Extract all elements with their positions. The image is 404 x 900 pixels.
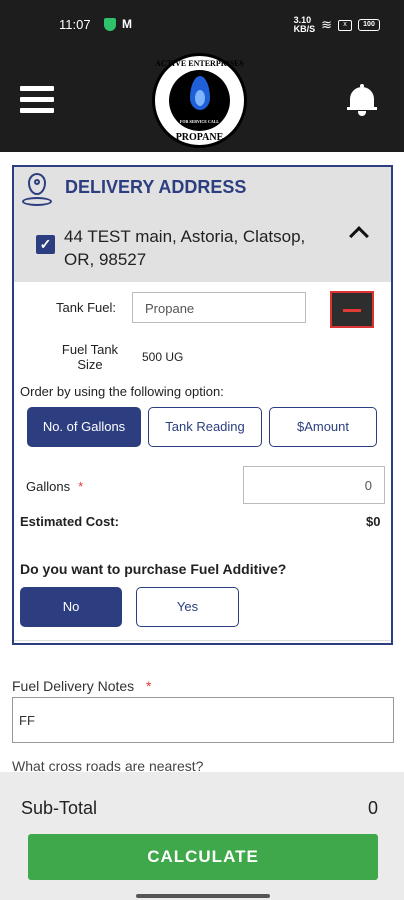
fuel-tank-size-value: 500 UG bbox=[142, 350, 184, 364]
location-pin-icon bbox=[22, 173, 52, 207]
notification-bell-icon[interactable] bbox=[347, 84, 377, 116]
remove-tank-button[interactable] bbox=[330, 291, 374, 328]
battery-icon: 100 bbox=[358, 19, 380, 31]
order-option-label: Order by using the following option: bbox=[20, 384, 224, 399]
chevron-up-icon[interactable] bbox=[349, 226, 369, 246]
sim-icon: x bbox=[338, 19, 352, 31]
status-bar: 11:07 M 3.10 KB/S ≋ x 100 bbox=[0, 0, 404, 44]
menu-icon[interactable] bbox=[20, 86, 54, 114]
notification-m-icon: M bbox=[122, 17, 132, 31]
fuel-additive-no-button[interactable]: No bbox=[20, 587, 122, 627]
fuel-tank-size-label: Fuel Tank Size bbox=[61, 342, 119, 372]
estimated-cost-value: $0 bbox=[366, 514, 381, 529]
subtotal-label: Sub-Total bbox=[21, 798, 98, 818]
subtotal-value: 0 bbox=[367, 798, 378, 818]
shield-icon bbox=[104, 17, 116, 31]
delivery-address-header[interactable]: DELIVERY ADDRESS ✓ 44 TEST main, Astoria… bbox=[14, 167, 391, 282]
tank-fuel-field[interactable]: Propane bbox=[132, 292, 306, 323]
fuel-delivery-notes-field[interactable]: FF bbox=[12, 697, 394, 743]
fuel-additive-question: Do you want to purchase Fuel Additive? bbox=[20, 561, 287, 577]
estimated-cost-label: Estimated Cost: bbox=[20, 514, 119, 529]
footer-bar: Sub-Total 0 CALCULATE bbox=[0, 772, 404, 900]
tank-fuel-label: Tank Fuel: bbox=[56, 300, 116, 315]
delivery-address-text: 44 TEST main, Astoria, Clatsop, OR, 9852… bbox=[64, 227, 306, 269]
minus-icon bbox=[343, 309, 361, 312]
fuel-delivery-notes-label: Fuel Delivery Notes * bbox=[12, 678, 152, 694]
wifi-icon: ≋ bbox=[321, 17, 332, 32]
order-tank-reading-button[interactable]: Tank Reading bbox=[148, 407, 262, 447]
app-header: 11:07 M 3.10 KB/S ≋ x 100 ACTIVE ENTERPRI… bbox=[0, 0, 404, 152]
delivery-card: DELIVERY ADDRESS ✓ 44 TEST main, Astoria… bbox=[12, 165, 393, 645]
order-amount-button[interactable]: $Amount bbox=[269, 407, 377, 447]
delivery-address-title: DELIVERY ADDRESS bbox=[65, 177, 247, 197]
network-speed-icon: 3.10 KB/S bbox=[293, 15, 316, 34]
address-checkbox[interactable]: ✓ bbox=[36, 235, 55, 254]
status-time: 11:07 bbox=[59, 17, 91, 32]
gallons-input[interactable]: 0 bbox=[243, 466, 385, 504]
order-gallons-button[interactable]: No. of Gallons bbox=[27, 407, 141, 447]
fuel-additive-yes-button[interactable]: Yes bbox=[136, 587, 239, 627]
calculate-button[interactable]: CALCULATE bbox=[28, 834, 378, 880]
divider bbox=[14, 640, 391, 641]
gallons-label: Gallons * bbox=[26, 479, 84, 494]
company-logo: ACTIVE ENTERPRISES FOR SERVICE CALL PROP… bbox=[152, 53, 247, 148]
home-indicator[interactable] bbox=[136, 894, 270, 898]
